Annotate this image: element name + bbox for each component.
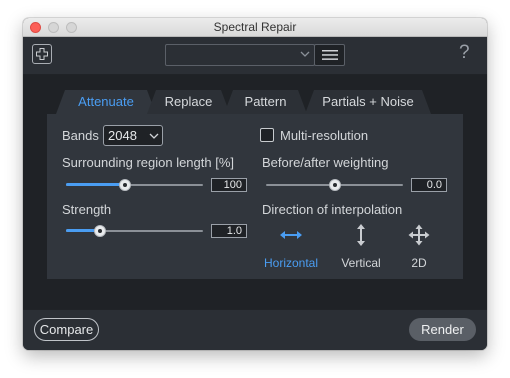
bands-dropdown[interactable]: 2048 (103, 125, 163, 146)
help-button[interactable]: ? (459, 42, 470, 64)
strength-label: Strength (62, 202, 112, 217)
spectral-repair-window: Spectral Repair ? Attenuate Replace Patt… (23, 18, 487, 350)
strength-slider[interactable] (66, 224, 203, 238)
chevron-down-icon (300, 51, 310, 57)
four-way-arrows-icon (408, 224, 430, 246)
slider-thumb[interactable] (94, 225, 106, 237)
tab-attenuate[interactable]: Attenuate (56, 90, 156, 114)
direction-horizontal-option[interactable]: Horizontal (259, 223, 323, 273)
direction-vertical-option[interactable]: Vertical (333, 223, 389, 273)
toolbar: ? (23, 37, 487, 75)
direction-vertical-label: Vertical (341, 256, 381, 270)
bands-value: 2048 (108, 128, 137, 143)
horizontal-arrows-icon (280, 231, 302, 239)
strength-value[interactable]: 1.0 (211, 224, 247, 238)
direction-label: Direction of interpolation (262, 202, 403, 217)
slider-thumb[interactable] (119, 179, 131, 191)
plus-icon (36, 48, 48, 60)
before-after-weighting-slider[interactable] (266, 178, 403, 192)
surrounding-region-label: Surrounding region length [%] (62, 155, 235, 170)
slider-fill (66, 183, 125, 186)
before-after-weighting-value[interactable]: 0.0 (411, 178, 447, 192)
title-bar: Spectral Repair (23, 18, 487, 37)
vertical-arrows-icon (357, 224, 365, 246)
slider-thumb[interactable] (329, 179, 341, 191)
tab-replace[interactable]: Replace (147, 90, 230, 114)
surrounding-region-value[interactable]: 100 (211, 178, 247, 192)
hamburger-menu-icon (322, 50, 338, 60)
multi-resolution-label: Multi-resolution (280, 128, 369, 143)
preset-dropdown[interactable] (165, 44, 315, 66)
window-title: Spectral Repair (213, 20, 297, 34)
bands-label: Bands (62, 128, 99, 143)
direction-horizontal-label: Horizontal (263, 256, 319, 270)
add-preset-button[interactable] (32, 44, 52, 64)
tab-pattern[interactable]: Pattern (224, 90, 307, 114)
direction-2d-label: 2D (411, 256, 427, 270)
multi-resolution-checkbox[interactable] (260, 128, 274, 142)
chevron-down-icon (149, 133, 159, 139)
preset-menu-button[interactable] (314, 44, 345, 66)
render-button[interactable]: Render (409, 318, 476, 341)
before-after-weighting-label: Before/after weighting (262, 155, 389, 170)
surrounding-region-slider[interactable] (66, 178, 203, 192)
tab-partials-noise[interactable]: Partials + Noise (305, 90, 431, 114)
direction-2d-option[interactable]: 2D (399, 223, 439, 273)
compare-button[interactable]: Compare (34, 318, 99, 341)
